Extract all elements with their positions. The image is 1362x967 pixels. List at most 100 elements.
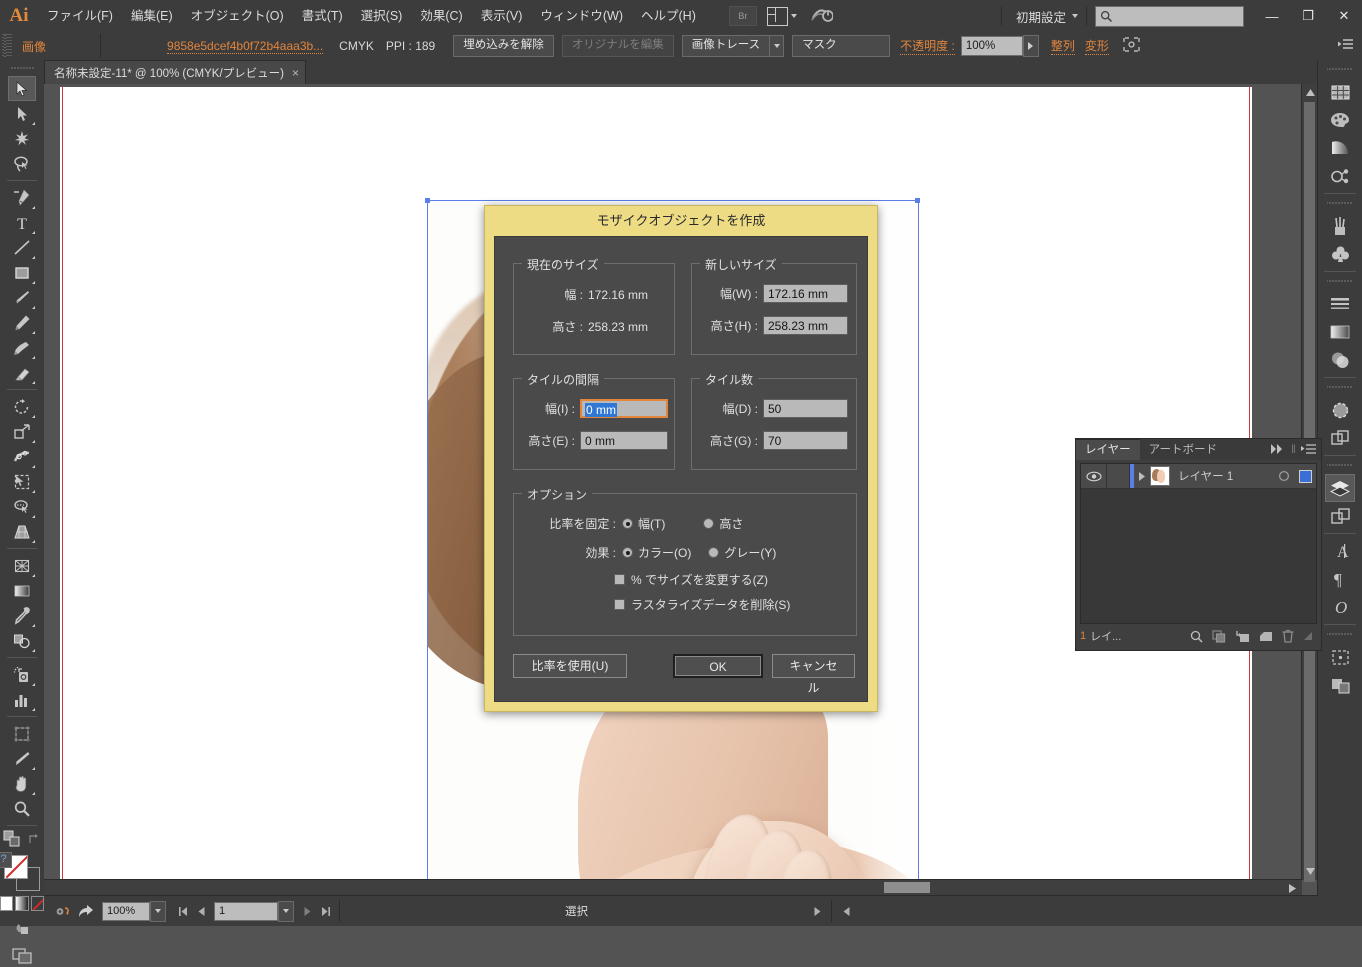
mask-button[interactable]: マスク: [792, 35, 891, 57]
image-trace-button[interactable]: 画像トレース: [681, 35, 771, 57]
tab-layers[interactable]: レイヤー: [1076, 439, 1140, 460]
transform-link[interactable]: 変形: [1084, 37, 1109, 55]
create-sublayer-icon[interactable]: [1235, 630, 1250, 643]
screen-mode-icon[interactable]: [11, 948, 33, 967]
layer-visibility-icon[interactable]: [1081, 464, 1107, 488]
create-new-layer-icon[interactable]: [1259, 630, 1273, 643]
menu-window[interactable]: ウィンドウ(W): [531, 0, 632, 32]
menu-help[interactable]: ヘルプ(H): [632, 0, 705, 32]
status-menu-icon[interactable]: [808, 901, 826, 921]
appearance-panel-icon[interactable]: [1325, 396, 1355, 424]
close-button[interactable]: ✕: [1326, 1, 1362, 31]
opacity-input[interactable]: 100%: [960, 36, 1023, 56]
scroll-up-button[interactable]: [1304, 86, 1316, 99]
stroke-panel-icon[interactable]: [1325, 290, 1355, 318]
stock-button[interactable]: [811, 6, 834, 27]
dock-grip-4[interactable]: [1327, 382, 1353, 392]
workspace-chevron-icon[interactable]: [1072, 14, 1078, 18]
scroll-right-button[interactable]: [1286, 882, 1298, 894]
layer-target-icon[interactable]: [1274, 464, 1294, 488]
bridge-button[interactable]: Br: [728, 6, 757, 26]
rectangle-tool[interactable]: [8, 260, 36, 285]
character-panel-icon[interactable]: A: [1325, 537, 1355, 565]
next-artboard-button[interactable]: [298, 901, 316, 921]
gradient-button[interactable]: [15, 896, 29, 911]
free-transform-tool[interactable]: [8, 469, 36, 494]
paintbrush-tool[interactable]: [8, 285, 36, 310]
tab-artboards[interactable]: アートボード: [1139, 440, 1226, 460]
zoom-level-chevron-icon[interactable]: [150, 900, 166, 922]
gradient2-panel-icon[interactable]: [1325, 318, 1355, 346]
constrain-height-radio[interactable]: [703, 518, 715, 529]
dock-grip-6[interactable]: [1327, 629, 1353, 639]
first-artboard-button[interactable]: [174, 901, 192, 921]
layers-panel[interactable]: レイヤー アートボード ‖ レイヤー 1 1 レイ...: [1075, 438, 1322, 651]
fill-stroke-swatches[interactable]: ?: [0, 852, 40, 891]
zoom-tool[interactable]: [8, 796, 36, 821]
perspective-grid-tool[interactable]: [8, 519, 36, 544]
menu-file[interactable]: ファイル(F): [38, 0, 122, 32]
new-width-input[interactable]: 172.16 mm: [763, 284, 848, 303]
transform-panel-icon[interactable]: [1325, 643, 1355, 671]
color-themes-panel-icon[interactable]: [1325, 162, 1355, 190]
layers-panel-icon[interactable]: [1325, 474, 1355, 502]
preferences-icon[interactable]: [52, 901, 74, 921]
scale-tool[interactable]: [8, 419, 36, 444]
tile-spacing-width-input[interactable]: 0 mm: [580, 399, 668, 418]
layer-color-indicator[interactable]: [1294, 464, 1316, 488]
zoom-level-input[interactable]: 100%: [102, 901, 150, 921]
status-resize-icon[interactable]: [837, 901, 855, 921]
minimize-button[interactable]: —: [1254, 1, 1290, 31]
layer-expand-icon[interactable]: [1134, 464, 1150, 488]
direct-selection-tool[interactable]: [8, 101, 36, 126]
control-bar-menu-icon[interactable]: [1338, 38, 1354, 54]
constrain-width-radio[interactable]: [622, 518, 633, 529]
last-artboard-button[interactable]: [316, 901, 334, 921]
arrange-documents-button[interactable]: [766, 6, 797, 26]
menu-effect[interactable]: 効果(C): [411, 0, 471, 32]
menu-edit[interactable]: 編集(E): [122, 0, 182, 32]
type-tool[interactable]: T: [8, 210, 36, 235]
blob-brush-tool[interactable]: [8, 335, 36, 360]
new-height-input[interactable]: 258.23 mm: [763, 316, 848, 335]
image-trace-chevron-icon[interactable]: [770, 35, 785, 57]
menu-view[interactable]: 表示(V): [472, 0, 532, 32]
column-graph-tool[interactable]: [8, 687, 36, 712]
delete-raster-label[interactable]: ラスタライズデータを削除(S): [631, 596, 790, 613]
locate-object-icon[interactable]: [1190, 630, 1203, 643]
delete-raster-checkbox[interactable]: [614, 599, 625, 610]
close-icon[interactable]: ×: [292, 66, 299, 80]
eraser-tool[interactable]: [8, 360, 36, 385]
rotate-tool[interactable]: [8, 394, 36, 419]
swap-arrow-icon[interactable]: [27, 832, 41, 849]
layer-lock-toggle[interactable]: [1107, 464, 1130, 488]
blend-tool[interactable]: [8, 628, 36, 653]
none-button[interactable]: [30, 896, 44, 911]
layer-row[interactable]: レイヤー 1: [1081, 464, 1316, 489]
gradient-tool[interactable]: [8, 578, 36, 603]
transparency-panel-icon[interactable]: [1325, 346, 1355, 374]
align-link[interactable]: 整列: [1050, 37, 1075, 55]
resize-percent-label[interactable]: % でサイズを変更する(Z): [631, 571, 768, 588]
select-similar-icon[interactable]: [1123, 37, 1140, 55]
ok-button[interactable]: OK: [673, 654, 763, 678]
color-panel-icon[interactable]: [1325, 106, 1355, 134]
result-gray-label[interactable]: グレー(Y): [724, 544, 776, 561]
tile-count-height-input[interactable]: 70: [763, 431, 848, 450]
mesh-tool[interactable]: [8, 553, 36, 578]
shape-builder-tool[interactable]: [8, 494, 36, 519]
result-color-label[interactable]: カラー(O): [638, 544, 691, 561]
constrain-height-label[interactable]: 高さ: [719, 515, 743, 532]
default-fill-stroke-icon[interactable]: ?: [0, 852, 12, 868]
artboard-tool[interactable]: [8, 721, 36, 746]
edit-original-button[interactable]: オリジナルを編集: [561, 35, 674, 57]
pencil-tool[interactable]: [8, 310, 36, 335]
fill-stroke-swap-icon[interactable]: [3, 830, 21, 851]
use-ratio-button[interactable]: 比率を使用(U): [513, 654, 627, 678]
hand-tool[interactable]: [8, 771, 36, 796]
dock-grip-3[interactable]: [1327, 276, 1353, 286]
slice-tool[interactable]: [8, 746, 36, 771]
make-clipping-mask-icon[interactable]: [1212, 629, 1226, 643]
result-color-radio[interactable]: [622, 547, 633, 558]
color-button[interactable]: [0, 896, 14, 911]
